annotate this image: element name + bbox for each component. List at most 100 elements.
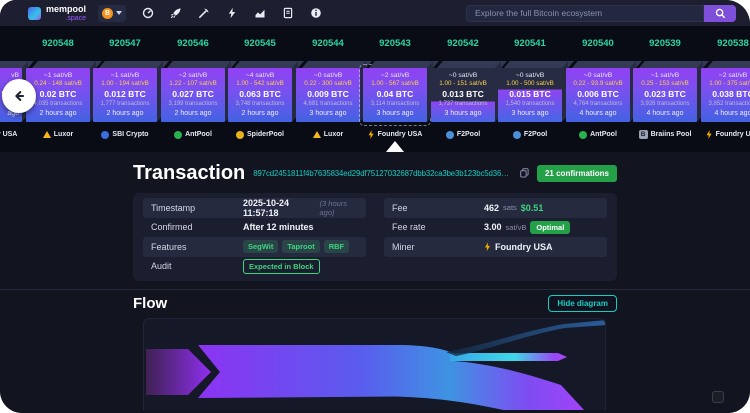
flow-diagram xyxy=(143,318,606,410)
block-tx-count: 1,777 transactions xyxy=(93,101,157,108)
block-cube[interactable]: ~0 sat/vB0.22 - 93.9 sat/vB0.006 BTC4,76… xyxy=(566,68,630,122)
block-fee-range: 0.24 - 148 sat/vB xyxy=(26,80,90,87)
mempool-logo[interactable]: mempool .space xyxy=(28,5,86,22)
block-total-btc: 0.013 BTC xyxy=(431,90,495,100)
lightning-icon[interactable] xyxy=(226,7,238,19)
detail-value-note: (3 hours ago) xyxy=(320,199,358,217)
block-height-link[interactable]: 920547 xyxy=(86,38,164,49)
dashboard-icon[interactable] xyxy=(142,7,154,19)
block-total-btc: 0.027 BTC xyxy=(161,90,225,100)
block-cube[interactable]: ~4 sat/vB1.00 - 542 sat/vB0.063 BTC3,748… xyxy=(228,68,292,122)
detail-row: AuditExpected in Block xyxy=(143,257,366,277)
block-median-fee: ~0 sat/vB xyxy=(431,72,495,80)
accelerator-icon[interactable] xyxy=(170,7,182,19)
corner-overlay-icon[interactable] xyxy=(712,391,724,403)
block-median-fee: ~1 sat/vB xyxy=(26,72,90,80)
block-total-btc: 0.012 BTC xyxy=(93,90,157,100)
detail-label: Confirmed xyxy=(151,222,243,232)
flow-output-top xyxy=(446,320,606,356)
block-height-link[interactable]: 920539 xyxy=(626,38,704,49)
block-cube[interactable]: ~1 sat/vB0.25 - 153 sat/vB0.023 BTC3,926… xyxy=(633,68,697,122)
miner-link[interactable]: Foundry USA xyxy=(495,242,553,252)
block-total-btc: 0.038 BTC xyxy=(701,90,750,100)
block-cube[interactable]: ~2 sat/vB1.00 - 567 sat/vB0.04 BTC3,114 … xyxy=(363,68,427,122)
detail-label: Audit xyxy=(151,261,243,271)
bitcoin-coin-icon: B xyxy=(102,8,113,19)
block-median-fee: ~0 sat/vB xyxy=(498,72,562,80)
block-total-btc: 0.009 BTC xyxy=(296,90,360,100)
block-height-link[interactable]: 920545 xyxy=(221,38,299,49)
pool-label[interactable]: Foundry USA xyxy=(693,128,750,141)
block-cube[interactable]: ~0 sat/vB0.22 - 300 sat/vB0.009 BTC4,681… xyxy=(296,68,360,122)
search-icon xyxy=(715,8,726,19)
block-cube[interactable]: ~2 sat/vB1.22 - 107 sat/vB0.027 BTC3,199… xyxy=(161,68,225,122)
detail-value: Expected in Block xyxy=(243,259,320,274)
block-age: 2 hours ago xyxy=(93,110,157,118)
pool-name: AntPool xyxy=(185,131,212,138)
docs-icon[interactable] xyxy=(282,7,294,19)
block-age: 4 hours ago xyxy=(701,110,750,118)
network-selector[interactable]: B xyxy=(98,5,126,22)
nav-icon-group xyxy=(142,7,322,19)
detail-label: Features xyxy=(151,242,243,252)
detail-value: SegWitTaprootRBF xyxy=(243,240,349,253)
pool-name: Foundry USA xyxy=(716,131,750,138)
graphs-icon[interactable] xyxy=(254,7,266,19)
detail-value: Foundry USA xyxy=(484,242,553,252)
txid-link[interactable]: 897cd2451811f4b7635834ed29df75127032687d… xyxy=(253,169,512,178)
block-cube[interactable]: ~1 sat/vB1.00 - 194 sat/vB0.012 BTC1,777… xyxy=(93,68,157,122)
blockchain-strip: vBsat/BTCctionsagoFoundry USA920548~1 sa… xyxy=(0,26,750,152)
block-fee-range: 1.00 - 567 sat/vB xyxy=(363,80,427,87)
block-height-link[interactable]: 920538 xyxy=(694,38,750,49)
detail-label: Timestamp xyxy=(151,203,243,213)
detail-row: ConfirmedAfter 12 minutes xyxy=(143,218,366,238)
block-median-fee: ~2 sat/vB xyxy=(161,72,225,80)
pool-sbi-crypto-icon xyxy=(101,131,109,139)
pool-foundry-usa-icon xyxy=(706,130,713,139)
detail-value-main: 2025-10-24 11:57:18 xyxy=(243,198,316,218)
block-age: 4 hours ago xyxy=(566,110,630,118)
pool-luxor-icon xyxy=(313,131,321,138)
pool-braiins-pool-icon: B xyxy=(639,130,648,139)
block-median-fee: ~4 sat/vB xyxy=(228,72,292,80)
block-age: 2 hours ago xyxy=(26,110,90,118)
block-height-link[interactable]: 920541 xyxy=(491,38,569,49)
search-input[interactable] xyxy=(466,5,704,22)
pool-name: Luxor xyxy=(54,131,73,138)
block-cube[interactable]: ~2 sat/vB1.00 - 375 sat/vB0.038 BTC3,852… xyxy=(701,68,750,122)
detail-row: Fee rate3.00sat/vBOptimal xyxy=(384,218,607,238)
block-cube[interactable]: ~0 sat/vB1.00 - 151 sat/vB0.013 BTC1,737… xyxy=(431,68,495,122)
search-button[interactable] xyxy=(704,5,736,22)
block-median-fee: ~0 sat/vB xyxy=(566,72,630,80)
block-fee-range: 1.00 - 542 sat/vB xyxy=(228,80,292,87)
search-bar xyxy=(466,5,736,22)
block-age: 3 hours ago xyxy=(431,110,495,118)
block-tx-count: 3,926 transactions xyxy=(633,101,697,108)
hide-diagram-button[interactable]: Hide diagram xyxy=(548,295,617,312)
pool-foundry-usa-icon xyxy=(368,130,375,139)
block-total-btc: 0.04 BTC xyxy=(363,90,427,100)
main-content: Transaction 897cd2451811f4b7635834ed29df… xyxy=(0,152,750,413)
detail-value-unit: sats xyxy=(503,203,517,212)
pool-name: Foundry USA xyxy=(0,131,17,138)
block-fee-range: 1.22 - 107 sat/vB xyxy=(161,80,225,87)
block-tx-count: 3,114 transactions xyxy=(363,101,427,108)
logo-text-line1: mempool xyxy=(46,5,86,14)
pool-luxor-icon xyxy=(43,131,51,138)
pool-foundry-usa-icon xyxy=(484,242,491,251)
block-tx-count: 4,764 transactions xyxy=(566,101,630,108)
block-cube[interactable]: ~0 sat/vB1.00 - 500 sat/vB0.015 BTC1,540… xyxy=(498,68,562,122)
pool-f2pool-icon xyxy=(446,131,454,139)
copy-icon[interactable] xyxy=(520,168,529,178)
selected-block-pointer xyxy=(386,141,404,152)
block-height-link[interactable]: 920543 xyxy=(356,38,434,49)
mining-icon[interactable] xyxy=(198,7,210,19)
arrow-left-icon xyxy=(11,88,27,104)
block-age: 4 hours ago xyxy=(633,110,697,118)
block-age: 3 hours ago xyxy=(296,110,360,118)
transaction-details: Timestamp2025-10-24 11:57:18(3 hours ago… xyxy=(133,193,617,281)
about-icon[interactable] xyxy=(310,7,322,19)
block-age: 2 hours ago xyxy=(228,110,292,118)
confirmations-badge: 21 confirmations xyxy=(537,165,617,182)
scroll-back-button[interactable] xyxy=(2,79,36,113)
